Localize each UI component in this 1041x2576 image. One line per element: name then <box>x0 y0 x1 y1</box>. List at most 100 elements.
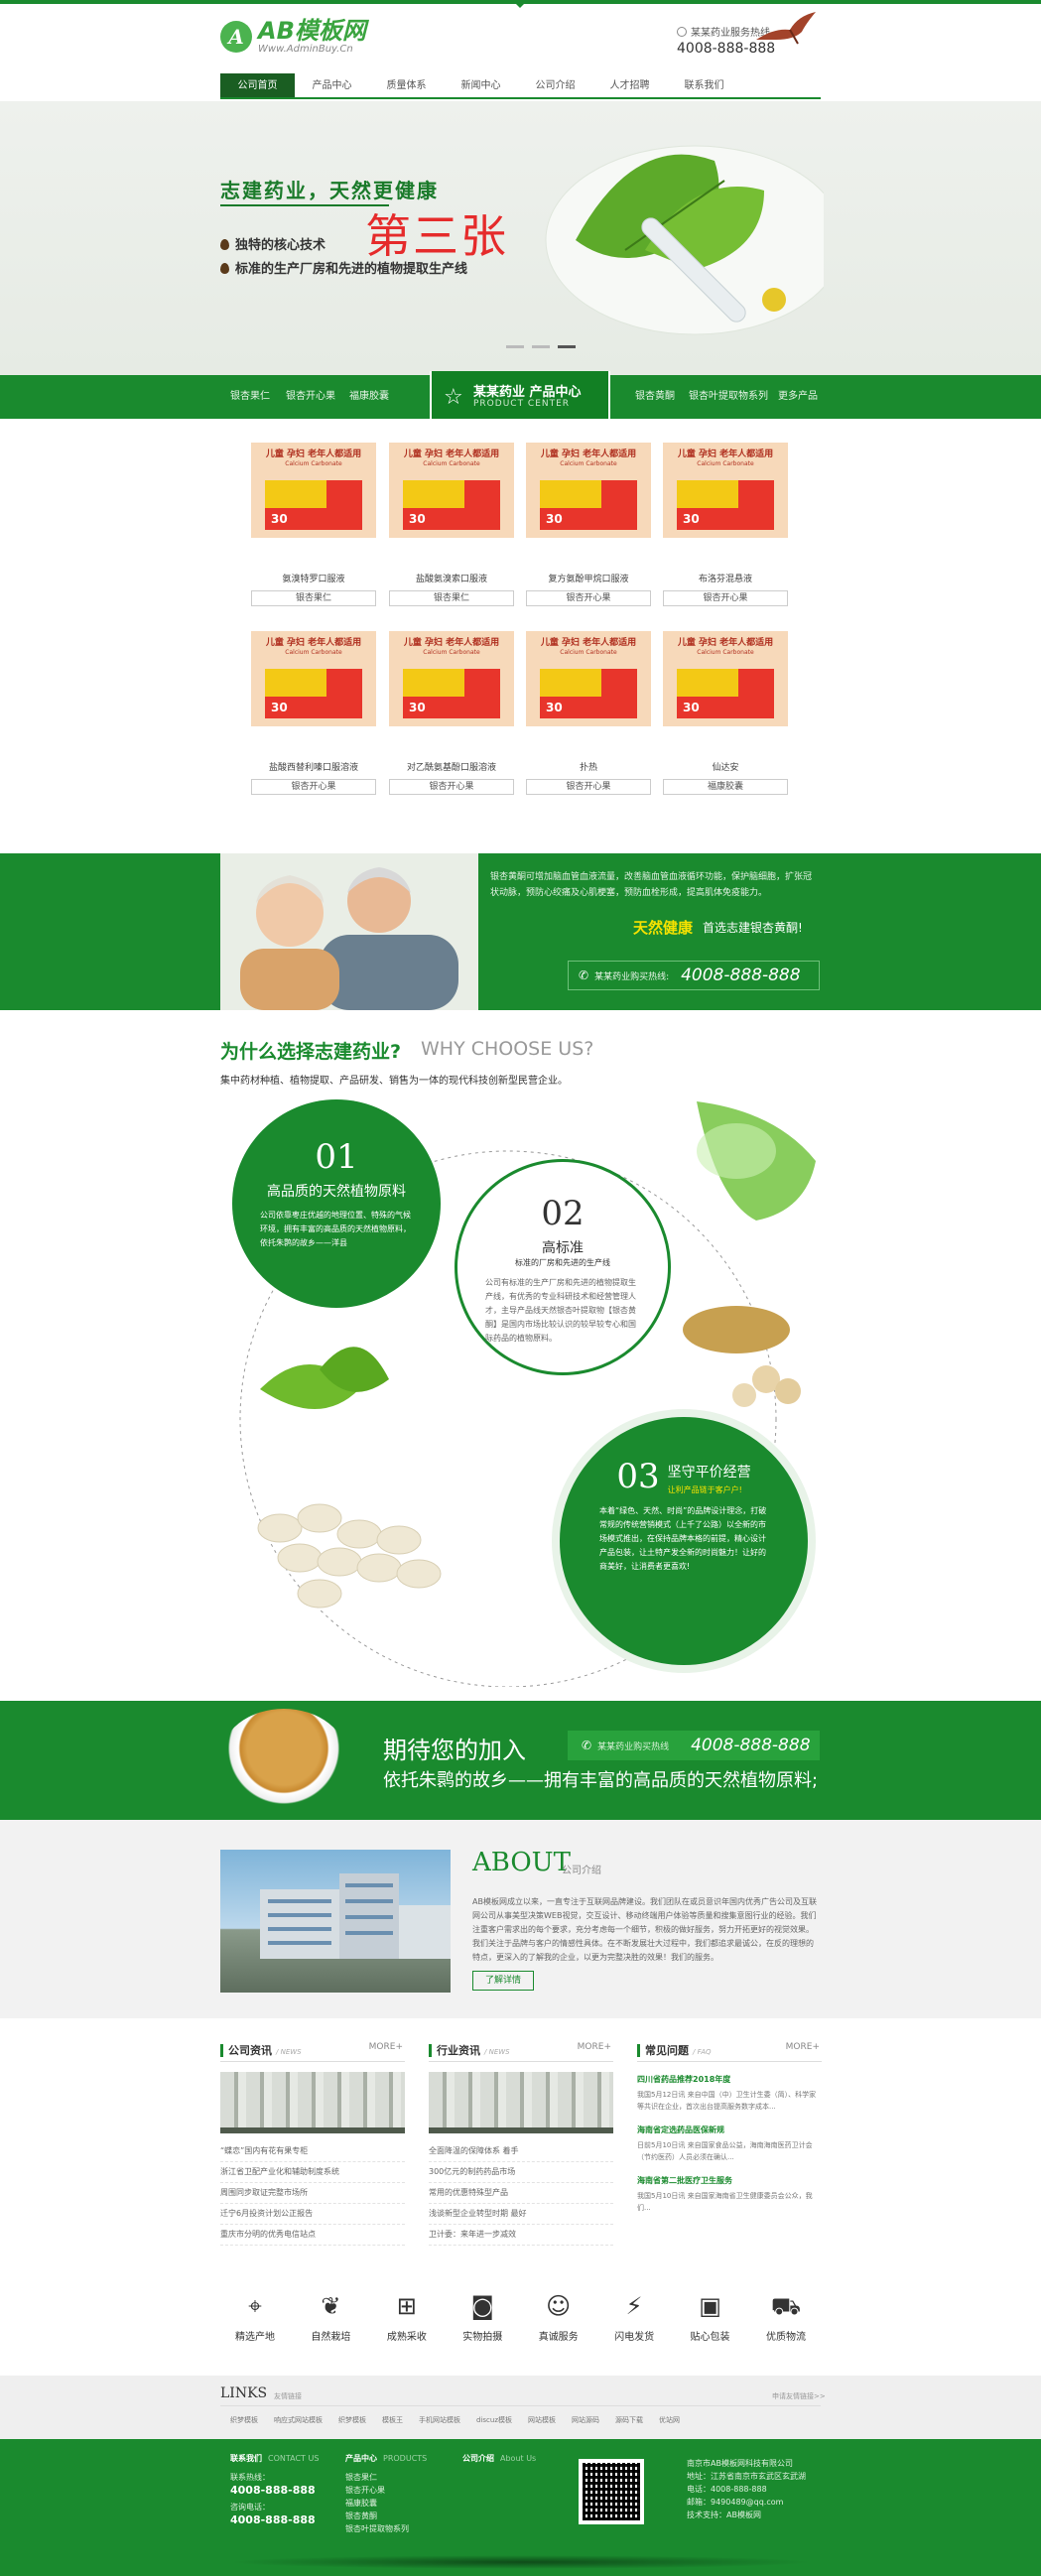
friend-link[interactable]: 响应式网站模板 <box>274 2415 323 2425</box>
product-name[interactable]: 复方氨酚甲烷口服液 <box>526 572 651 584</box>
basket-icon: ⊞ <box>396 2292 417 2320</box>
logo[interactable]: A AB模板网 Www.AdminBuy.Cn <box>220 18 366 55</box>
product-image[interactable]: 儿童 孕妇 老年人都适用 Calcium Carbonate 30 <box>663 631 788 726</box>
product-card[interactable]: 儿童 孕妇 老年人都适用 Calcium Carbonate 30 氨溴特罗口服液银杏… <box>251 443 376 606</box>
product-image[interactable]: 儿童 孕妇 老年人都适用 Calcium Carbonate 30 <box>389 443 514 538</box>
product-name[interactable]: 盐酸西替利嗪口服溶液 <box>251 760 376 773</box>
news-item[interactable]: 浅谈新型企业转型时期 最好 <box>429 2204 613 2225</box>
hero-banner[interactable]: 志建药业，天然更健康 独特的核心技术 标准的生产厂房和先进的植物提取生产线 第三… <box>0 101 1041 375</box>
feature-icon-item[interactable]: ▣ 贴心包装 <box>676 2292 745 2343</box>
product-image[interactable]: 儿童 孕妇 老年人都适用 Calcium Carbonate 30 <box>526 631 651 726</box>
news-item[interactable]: “蝶恋”国内有花有果专柜 <box>220 2141 405 2162</box>
friend-link[interactable]: 模板王 <box>382 2415 403 2425</box>
product-label <box>265 669 326 697</box>
product-image[interactable]: 儿童 孕妇 老年人都适用 Calcium Carbonate 30 <box>251 631 376 726</box>
friend-link[interactable]: 源码下载 <box>615 2415 643 2425</box>
product-link[interactable]: 银杏果仁 <box>230 375 270 419</box>
product-name[interactable]: 对乙酰氨基酚口服溶液 <box>389 760 514 773</box>
product-category-button[interactable]: 福康胶囊 <box>663 779 788 795</box>
banner-dot[interactable] <box>532 345 550 348</box>
product-category-button[interactable]: 银杏开心果 <box>389 779 514 795</box>
product-link[interactable]: 银杏叶提取物系列 <box>689 375 768 419</box>
news-item[interactable]: 全面降温的保障体系 着手 <box>429 2141 613 2162</box>
product-category-button[interactable]: 银杏开心果 <box>526 590 651 606</box>
friend-link[interactable]: 织梦模板 <box>230 2415 258 2425</box>
product-card[interactable]: 儿童 孕妇 老年人都适用 Calcium Carbonate 30 扑热银杏开心果 <box>526 631 651 795</box>
footer-product-link[interactable]: 银杏叶提取物系列 <box>345 2522 409 2535</box>
product-link[interactable]: 更多产品 <box>778 375 818 419</box>
nav-item-contact[interactable]: 联系我们 <box>667 73 741 97</box>
nav-item-jobs[interactable]: 人才招聘 <box>592 73 667 97</box>
product-link[interactable]: 福康胶囊 <box>349 375 389 419</box>
feature-icon-item[interactable]: ⚡ 闪电发货 <box>599 2292 669 2343</box>
feature-icon-item[interactable]: ⌖ 精选产地 <box>220 2292 290 2343</box>
footer-product-link[interactable]: 银杏开心果 <box>345 2484 409 2497</box>
friend-link[interactable]: 手机网站模板 <box>419 2415 460 2425</box>
more-link[interactable]: MORE+ <box>369 2042 403 2052</box>
faq-question[interactable]: 四川省药品推荐2018年度 <box>637 2074 822 2085</box>
news-item[interactable]: 常用的优惠特殊型产品 <box>429 2183 613 2204</box>
nav-item-news[interactable]: 新闻中心 <box>444 73 518 97</box>
friend-link[interactable]: 网站模板 <box>528 2415 556 2425</box>
product-name[interactable]: 布洛芬混悬液 <box>663 572 788 584</box>
feature-icon-item[interactable]: ☺ 真诚服务 <box>524 2292 593 2343</box>
product-name[interactable]: 盐酸氨溴索口服液 <box>389 572 514 584</box>
feature-icon-item[interactable]: ⊞ 成熟采收 <box>372 2292 442 2343</box>
news-item[interactable]: 迁宁6月投资计划公正报告 <box>220 2204 405 2225</box>
news-item[interactable]: 300亿元的制药药品市场 <box>429 2162 613 2183</box>
about-text: AB模板网成立以来，一直专注于互联网品牌建设。我们团队在或员意识年国内优秀广告公… <box>472 1897 817 1962</box>
feature-icon-item[interactable]: ❦ 自然栽培 <box>296 2292 365 2343</box>
product-image[interactable]: 儿童 孕妇 老年人都适用 Calcium Carbonate 30 <box>663 443 788 538</box>
product-category-button[interactable]: 银杏果仁 <box>389 590 514 606</box>
request-link[interactable]: 申请友情链接>> <box>772 2391 826 2401</box>
feature-circle-3: 03 坚守平价经营 让利产品链于客户户! 本着“绿色、天然、时尚”的品牌设计理念，… <box>552 1409 816 1673</box>
product-image[interactable]: 儿童 孕妇 老年人都适用 Calcium Carbonate 30 <box>389 631 514 726</box>
product-name[interactable]: 仙达安 <box>663 760 788 773</box>
feature-icon-item[interactable]: ⛟ 优质物流 <box>751 2292 821 2343</box>
product-category-button[interactable]: 银杏果仁 <box>251 590 376 606</box>
product-center-badge[interactable]: ☆ 某某药业 产品中心 PRODUCT CENTER <box>430 371 610 421</box>
product-image[interactable]: 儿童 孕妇 老年人都适用 Calcium Carbonate 30 <box>526 443 651 538</box>
banner-dot[interactable] <box>506 345 524 348</box>
footer-product-link[interactable]: 银杏黄酮 <box>345 2510 409 2522</box>
product-link[interactable]: 银杏黄酮 <box>635 375 675 419</box>
friend-link[interactable]: discuz模板 <box>476 2415 512 2425</box>
about-more-button[interactable]: 了解详情 <box>472 1971 534 1991</box>
friend-link[interactable]: 网站源码 <box>572 2415 599 2425</box>
news-item[interactable]: 重庆市分明的优秀电信站点 <box>220 2225 405 2246</box>
promo-phone[interactable]: ✆ 某某药业购买热线: 4008-888-888 <box>568 961 820 990</box>
news-item[interactable]: 浙江省卫配产业化和辅助制度系统 <box>220 2162 405 2183</box>
friend-link[interactable]: 织梦模板 <box>338 2415 366 2425</box>
product-card[interactable]: 儿童 孕妇 老年人都适用 Calcium Carbonate 30 复方氨酚甲烷口服液… <box>526 443 651 606</box>
nav-item-products[interactable]: 产品中心 <box>295 73 369 97</box>
product-category-button[interactable]: 银杏开心果 <box>251 779 376 795</box>
news-item[interactable]: 卫计委：来年进一步减效 <box>429 2225 613 2246</box>
join-phone[interactable]: ✆ 某某药业购买热线 4008-888-888 <box>568 1731 820 1760</box>
product-category-button[interactable]: 银杏开心果 <box>663 590 788 606</box>
product-sub: Calcium Carbonate <box>560 649 617 656</box>
product-link[interactable]: 银杏开心果 <box>286 375 335 419</box>
product-card[interactable]: 儿童 孕妇 老年人都适用 Calcium Carbonate 30 盐酸氨溴索口服液银… <box>389 443 514 606</box>
faq-question[interactable]: 海南省定选药品医保新规 <box>637 2125 822 2135</box>
product-category-button[interactable]: 银杏开心果 <box>526 779 651 795</box>
banner-dot-active[interactable] <box>558 345 576 348</box>
product-card[interactable]: 儿童 孕妇 老年人都适用 Calcium Carbonate 30 对乙酰氨基酚口服溶… <box>389 631 514 795</box>
friend-link[interactable]: 优站网 <box>659 2415 680 2425</box>
more-link[interactable]: MORE+ <box>786 2042 820 2052</box>
product-name[interactable]: 氨溴特罗口服液 <box>251 572 376 584</box>
product-image[interactable]: 儿童 孕妇 老年人都适用 Calcium Carbonate 30 <box>251 443 376 538</box>
footer-product-link[interactable]: 福康胶囊 <box>345 2497 409 2510</box>
product-card[interactable]: 儿童 孕妇 老年人都适用 Calcium Carbonate 30 布洛芬混悬液银杏开… <box>663 443 788 606</box>
nav-item-quality[interactable]: 质量体系 <box>369 73 444 97</box>
footer-contact-line: 电话：4008-888-888 <box>687 2485 767 2494</box>
faq-question[interactable]: 海南省第二批医疗卫生服务 <box>637 2175 822 2186</box>
nav-item-home[interactable]: 公司首页 <box>220 73 295 97</box>
feature-icon-item[interactable]: ◙ 实物拍摄 <box>448 2292 517 2343</box>
nav-item-about[interactable]: 公司介绍 <box>518 73 592 97</box>
product-name[interactable]: 扑热 <box>526 760 651 773</box>
product-card[interactable]: 儿童 孕妇 老年人都适用 Calcium Carbonate 30 盐酸西替利嗪口服溶… <box>251 631 376 795</box>
footer-product-link[interactable]: 银杏果仁 <box>345 2471 409 2484</box>
news-item[interactable]: 周围同步取证完整市场所 <box>220 2183 405 2204</box>
product-card[interactable]: 儿童 孕妇 老年人都适用 Calcium Carbonate 30 仙达安福康胶囊 <box>663 631 788 795</box>
more-link[interactable]: MORE+ <box>578 2042 611 2052</box>
